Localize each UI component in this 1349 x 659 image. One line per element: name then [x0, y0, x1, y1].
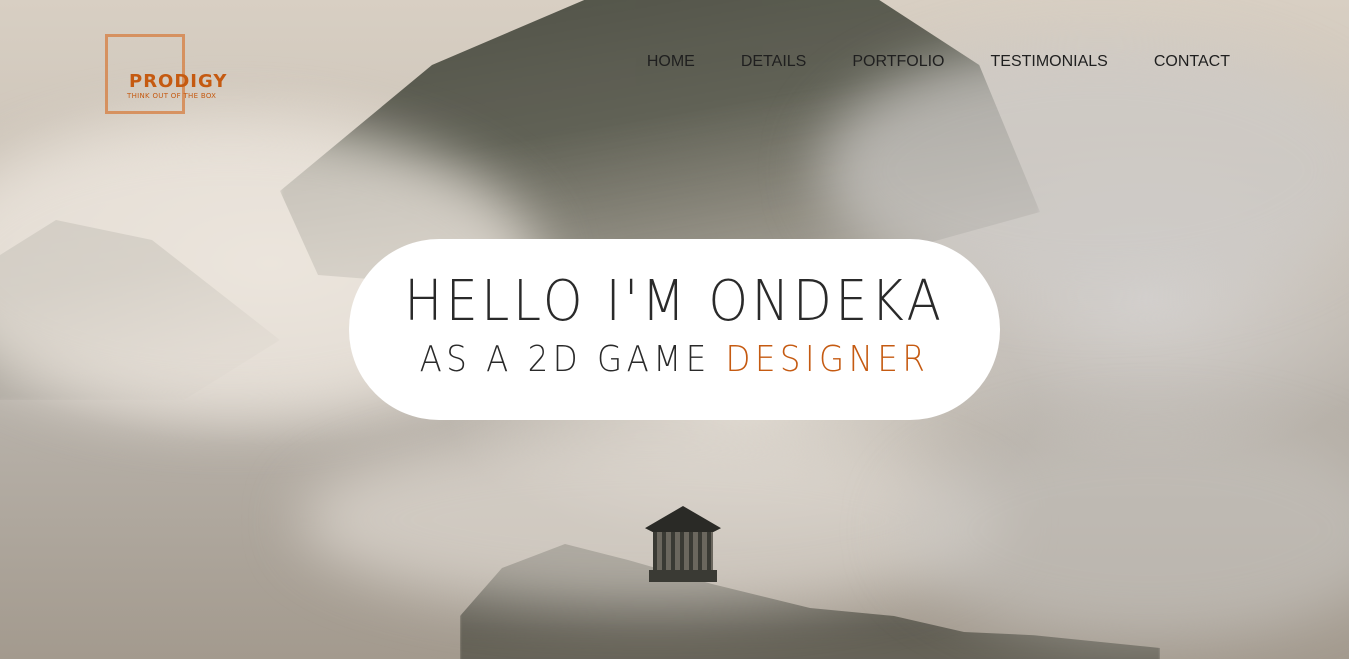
- logo-title: PRODIGY: [129, 71, 228, 92]
- nav-link-details[interactable]: DETAILS: [741, 53, 807, 71]
- pavilion-illustration: [645, 498, 721, 582]
- hero-headline: HELLO I'M ONDEKA: [404, 269, 945, 334]
- logo-tagline: THINK OUT OF THE BOX: [127, 92, 217, 100]
- hero-subline: AS A 2D GAME DESIGNER: [382, 339, 968, 380]
- nav-link-contact[interactable]: CONTACT: [1154, 53, 1230, 71]
- fog-cloud: [900, 420, 1349, 640]
- nav-link-testimonials[interactable]: TESTIMONIALS: [991, 53, 1108, 71]
- nav-link-home[interactable]: HOME: [647, 53, 695, 71]
- hero-subline-prefix: AS A 2D GAME: [419, 339, 726, 380]
- site-logo[interactable]: PRODIGY THINK OUT OF THE BOX: [105, 34, 235, 114]
- nav-link-portfolio[interactable]: PORTFOLIO: [852, 53, 944, 71]
- main-navigation: HOME DETAILS PORTFOLIO TESTIMONIALS CONT…: [601, 53, 1230, 71]
- hero-subline-accent: DESIGNER: [725, 339, 930, 380]
- hero-intro-card: HELLO I'M ONDEKA AS A 2D GAME DESIGNER: [349, 239, 1000, 420]
